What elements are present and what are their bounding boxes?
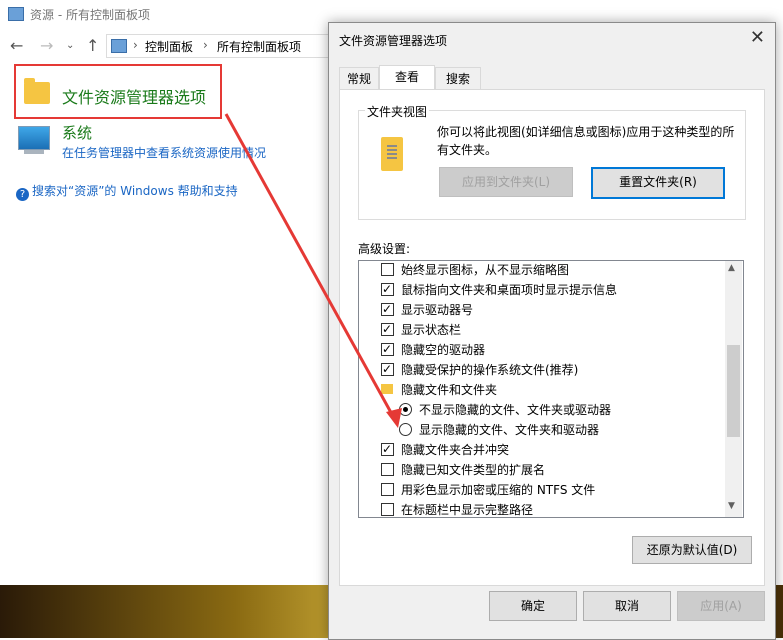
tab-page-view: 文件夹视图 你可以将此视图(如详细信息或图标)应用于这种类型的所有文件夹。 应用… (339, 89, 765, 586)
explorer-title: 资源 - 所有控制面板项 (30, 8, 150, 22)
setting-label: 隐藏受保护的操作系统文件(推荐) (401, 363, 579, 377)
apply-button[interactable]: 应用(A) (677, 591, 765, 621)
tab-view[interactable]: 查看 (379, 65, 435, 91)
radio-button[interactable] (399, 423, 412, 436)
control-panel-icon (111, 39, 127, 53)
setting-checkbox-row[interactable]: 隐藏文件夹合并冲突 (363, 439, 723, 460)
scroll-down-icon[interactable]: ▼ (728, 501, 735, 511)
setting-checkbox-row[interactable]: 隐藏受保护的操作系统文件(推荐) (363, 359, 723, 380)
tab-general[interactable]: 常规 (339, 67, 379, 90)
setting-label: 显示驱动器号 (401, 303, 474, 317)
setting-checkbox-row[interactable]: 显示状态栏 (363, 319, 723, 340)
checkbox[interactable] (381, 463, 394, 476)
setting-label: 显示状态栏 (401, 323, 462, 337)
reset-folders-button[interactable]: 重置文件夹(R) (591, 167, 725, 199)
item-label[interactable]: 文件资源管理器选项 (62, 84, 206, 108)
item-sublink[interactable]: 在任务管理器中查看系统资源使用情况 (62, 144, 266, 161)
folder-view-icon (381, 137, 403, 171)
breadcrumb-separator-icon: › (203, 38, 208, 52)
restore-defaults-button[interactable]: 还原为默认值(D) (632, 536, 752, 564)
setting-label: 用彩色显示加密或压缩的 NTFS 文件 (401, 483, 596, 497)
setting-checkbox-row[interactable]: 隐藏空的驱动器 (363, 339, 723, 360)
item-label[interactable]: 系统 (62, 122, 92, 143)
ok-button[interactable]: 确定 (489, 591, 577, 621)
help-link-text[interactable]: 搜索对“资源”的 Windows 帮助和支持 (32, 184, 238, 198)
setting-label: 显示隐藏的文件、文件夹和驱动器 (419, 423, 600, 437)
setting-label: 在标题栏中显示完整路径 (401, 503, 534, 517)
folder-views-description: 你可以将此视图(如详细信息或图标)应用于这种类型的所有文件夹。 (437, 125, 735, 157)
setting-radio-row[interactable]: 显示隐藏的文件、文件夹和驱动器 (363, 420, 723, 440)
control-panel-icon (8, 7, 24, 21)
setting-label: 鼠标指向文件夹和桌面项时显示提示信息 (401, 283, 618, 297)
folder-options-icon (24, 78, 50, 104)
tab-search[interactable]: 搜索 (435, 67, 481, 90)
breadcrumb-item[interactable]: 所有控制面板项 (217, 38, 301, 55)
cancel-button[interactable]: 取消 (583, 591, 671, 621)
checkbox[interactable] (381, 299, 394, 319)
file-explorer-options-item[interactable]: 文件资源管理器选项 (14, 64, 222, 119)
folder-icon (381, 384, 393, 394)
setting-label: 隐藏文件夹合并冲突 (401, 443, 510, 457)
breadcrumb-separator-icon: › (133, 38, 138, 52)
checkbox[interactable] (381, 503, 394, 516)
advanced-settings-label: 高级设置: (358, 242, 411, 256)
monitor-base-icon (24, 150, 44, 154)
chevron-down-icon[interactable]: ⌄ (66, 40, 74, 51)
scroll-up-icon[interactable]: ▲ (728, 263, 735, 273)
setting-label: 隐藏已知文件类型的扩展名 (401, 463, 546, 477)
folder-options-dialog: 文件资源管理器选项 ✕ 常规 查看 搜索 文件夹视图 你可以将此视图(如详细信息… (328, 22, 776, 640)
checkbox[interactable] (381, 263, 394, 276)
radio-button[interactable] (399, 403, 412, 416)
checkbox[interactable] (381, 483, 394, 496)
checkbox[interactable] (381, 359, 394, 379)
setting-checkbox-row[interactable]: 显示驱动器号 (363, 299, 723, 320)
breadcrumb[interactable]: › 控制面板 › 所有控制面板项 (106, 34, 338, 58)
breadcrumb-item[interactable]: 控制面板 (145, 38, 193, 55)
setting-label: 始终显示图标，从不显示缩略图 (401, 263, 570, 277)
setting-group-row: 隐藏文件和文件夹 (363, 380, 723, 400)
advanced-settings-list[interactable]: 始终显示图标，从不显示缩略图鼠标指向文件夹和桌面项时显示提示信息显示驱动器号显示… (358, 260, 744, 518)
setting-radio-row[interactable]: 不显示隐藏的文件、文件夹或驱动器 (363, 400, 723, 420)
forward-arrow-icon[interactable]: → (40, 36, 53, 55)
setting-checkbox-row[interactable]: 始终显示图标，从不显示缩略图 (363, 261, 723, 280)
checkbox[interactable] (381, 279, 394, 299)
folder-views-group: 文件夹视图 你可以将此视图(如详细信息或图标)应用于这种类型的所有文件夹。 应用… (358, 103, 746, 220)
scrollbar[interactable]: ▲ ▼ (725, 261, 742, 517)
group-legend: 文件夹视图 (365, 103, 430, 120)
checkbox[interactable] (381, 439, 394, 459)
setting-label: 隐藏文件和文件夹 (401, 383, 498, 397)
help-link[interactable]: ? 搜索对“资源”的 Windows 帮助和支持 (16, 182, 238, 201)
setting-label: 不显示隐藏的文件、文件夹或驱动器 (419, 403, 612, 417)
setting-checkbox-row[interactable]: 用彩色显示加密或压缩的 NTFS 文件 (363, 480, 723, 500)
help-question-icon: ? (16, 188, 29, 201)
system-monitor-icon (18, 126, 50, 150)
setting-checkbox-row[interactable]: 鼠标指向文件夹和桌面项时显示提示信息 (363, 279, 723, 300)
apply-to-folders-button[interactable]: 应用到文件夹(L) (439, 167, 573, 197)
back-arrow-icon[interactable]: ← (10, 36, 23, 55)
scrollbar-thumb[interactable] (727, 345, 740, 437)
setting-label: 隐藏空的驱动器 (401, 343, 486, 357)
close-icon[interactable]: ✕ (750, 27, 765, 48)
system-item[interactable]: 系统 在任务管理器中查看系统资源使用情况 (16, 122, 316, 162)
up-arrow-icon[interactable]: ↑ (86, 36, 99, 55)
checkbox[interactable] (381, 319, 394, 339)
checkbox[interactable] (381, 339, 394, 359)
setting-checkbox-row[interactable]: 在标题栏中显示完整路径 (363, 500, 723, 517)
dialog-title: 文件资源管理器选项 (339, 34, 448, 48)
setting-checkbox-row[interactable]: 隐藏已知文件类型的扩展名 (363, 460, 723, 480)
